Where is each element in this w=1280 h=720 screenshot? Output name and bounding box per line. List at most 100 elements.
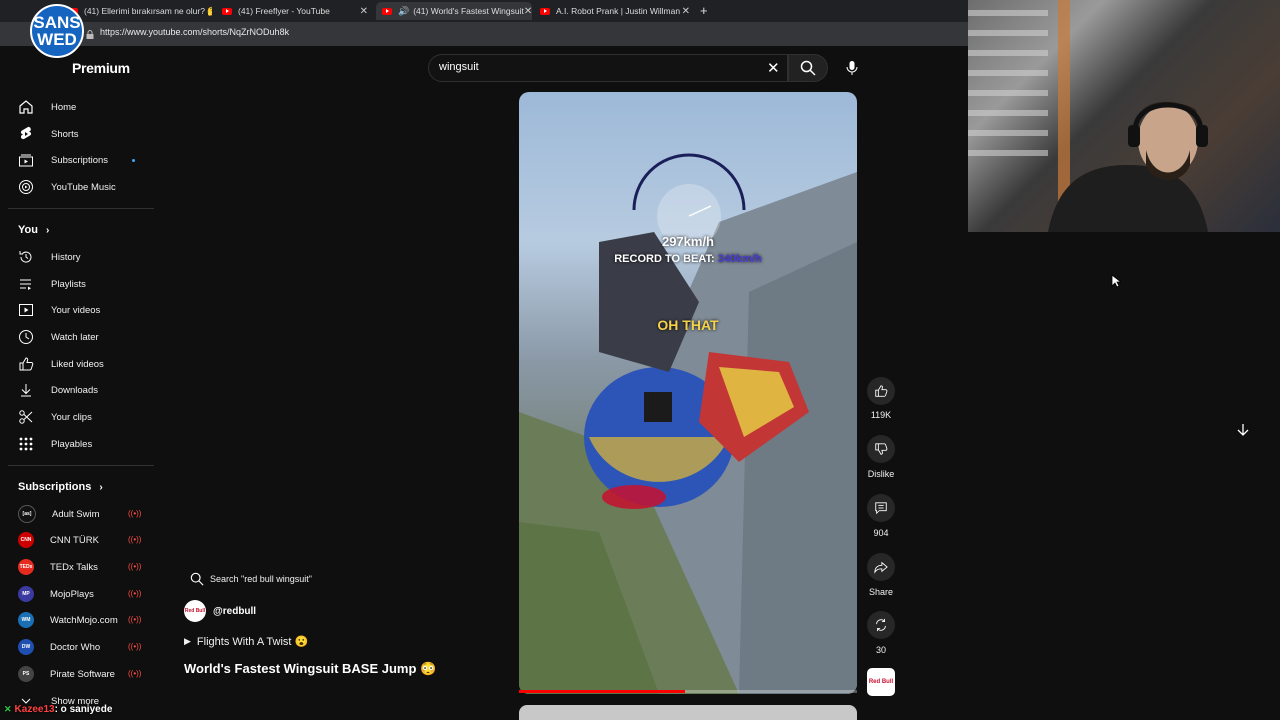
playlists-icon [20,279,31,290]
subscriptions-icon [19,154,33,167]
clear-search-icon[interactable]: ✕ [767,59,780,77]
logo-line1: SANS [33,13,81,32]
chat-badge-icon: ✕ [4,704,12,714]
search-input[interactable] [428,54,788,82]
playables-icon [19,437,33,451]
sidebar-item-shorts[interactable]: Shorts [18,124,78,144]
playlist-title: Flights With A Twist 😮 [196,636,309,648]
sidebar-section-you[interactable]: You › [18,224,49,236]
subscription-label: Pirate Software [50,668,115,680]
subscription-label: Adult Swim [52,508,100,520]
channel-row[interactable]: Red Bull @redbull [184,600,256,622]
search-button[interactable] [788,54,828,82]
avatar: PS [18,666,34,682]
sidebar-item-playlists[interactable]: Playlists [18,274,86,294]
sidebar-item-label: Your clips [51,411,92,423]
sidebar-section-subscriptions[interactable]: Subscriptions › [18,481,103,493]
channel-name[interactable]: @redbull [213,606,256,617]
sidebar-item-playables[interactable]: Playables [18,434,92,454]
avatar: MP [18,586,34,602]
sidebar-item-liked-videos[interactable]: Liked videos [18,354,104,374]
search-icon [190,572,204,586]
sidebar-item-subscriptions[interactable]: Subscriptions [18,150,108,170]
dislike-label: Dislike [867,469,895,479]
remix-icon [876,618,886,632]
share-icon [874,561,888,574]
live-icon: ((•)) [128,535,142,544]
sidebar-item-home[interactable]: Home [18,97,76,117]
tab-close-icon[interactable]: ✕ [524,6,532,17]
tab-title: A.I. Robot Prank | Justin Willman [556,6,681,16]
dislike-button[interactable] [867,435,895,463]
sidebar-item-your-clips[interactable]: Your clips [18,407,92,427]
browser-tab-4[interactable]: A.I. Robot Prank | Justin Willman ✕ [534,2,694,20]
new-content-dot [132,159,135,162]
playlist-link[interactable]: ▶ Flights With A Twist 😮 [184,635,308,648]
browser-tab-1[interactable]: (41) Ellerimi bırakırsam ne olur? 🤔 ✕ [62,2,212,20]
home-icon [19,100,33,114]
browser-tab-2[interactable]: (41) Freeflyer - YouTube ✕ [216,2,372,20]
next-short-preview[interactable] [519,705,857,720]
search-suggestion-chip[interactable]: Search "red bull wingsuit" [190,572,312,586]
sidebar-subscription-cnn-turk[interactable]: CNN CNN TÜRK [18,530,99,550]
live-icon: ((•)) [128,669,142,678]
music-icon [19,180,33,194]
search-icon [800,60,816,76]
avatar: [as] [18,505,36,523]
subscription-label: MojoPlays [50,588,94,600]
short-video-player[interactable]: 297km/h RECORD TO BEAT: 340km/h OH THAT [519,92,857,694]
caption-overlay: OH THAT [657,317,719,333]
comments-button[interactable] [867,494,895,522]
sidebar-item-history[interactable]: History [18,247,81,267]
youtube-premium-brand[interactable]: Premium [72,60,130,76]
sidebar-divider [8,465,154,466]
clock-icon [19,330,33,344]
record-overlay: RECORD TO BEAT: 340km/h [519,253,857,265]
avatar: WM [18,612,34,628]
tab-close-icon[interactable]: ✕ [682,6,690,17]
section-heading: Subscriptions [18,481,92,493]
url-text[interactable]: https://www.youtube.com/shorts/NqZrNODuh… [100,27,289,37]
sidebar-item-watch-later[interactable]: Watch later [18,327,99,347]
subscription-label: CNN TÜRK [50,534,99,546]
speaker-icon[interactable]: 🔊 [398,6,409,17]
share-label: Share [868,587,894,597]
comment-icon [875,502,887,515]
live-icon: ((•)) [128,615,142,624]
subscription-label: WatchMojo.com [50,614,118,626]
address-bar[interactable]: https://www.youtube.com/shorts/NqZrNODuh… [0,22,968,46]
voice-search-button[interactable] [839,54,865,82]
like-button[interactable] [867,377,895,405]
youtube-favicon-icon [222,7,232,15]
remix-button[interactable] [867,611,895,639]
download-icon [21,384,31,397]
sidebar-item-label: Playables [51,438,93,450]
new-tab-icon[interactable]: + [700,3,708,18]
search-input-value[interactable]: wingsuit [439,61,479,73]
sidebar-item-downloads[interactable]: Downloads [18,380,98,400]
chevron-right-icon: › [99,481,103,493]
remix-count: 30 [875,645,886,655]
channel-avatar-thumb[interactable]: Red Bull [867,668,895,696]
record-label: RECORD TO BEAT: [614,253,715,265]
sidebar-subscription-mojoplays[interactable]: MP MojoPlays [18,584,94,604]
live-icon: ((•)) [128,589,142,598]
sidebar-subscription-pirate-software[interactable]: PS Pirate Software [18,664,115,684]
sidebar-subscription-doctor-who[interactable]: DW Doctor Who [18,637,100,657]
short-title: World's Fastest Wingsuit BASE Jump 😳 [184,661,437,676]
sidebar-subscription-adult-swim[interactable]: [as] Adult Swim [18,504,100,524]
sidebar-subscription-watchmojo[interactable]: WM WatchMojo.com [18,610,118,630]
live-icon: ((•)) [128,642,142,651]
sidebar-item-label: Your videos [51,304,101,316]
sidebar-subscription-tedx-talks[interactable]: TEDx TEDx Talks [18,557,98,577]
youtube-favicon-icon [540,7,550,15]
tab-title: (41) Freeflyer - YouTube [238,6,330,16]
sidebar-item-your-videos[interactable]: Your videos [18,300,100,320]
tab-title: (41) Ellerimi bırakırsam ne olur? 🤔 [84,5,212,16]
share-button[interactable] [867,553,895,581]
sidebar-item-youtube-music[interactable]: YouTube Music [18,177,116,197]
next-video-arrow-icon[interactable] [1236,423,1250,437]
search-suggestion-text: Search "red bull wingsuit" [210,574,312,584]
tab-close-icon[interactable]: ✕ [360,6,368,17]
browser-tab-3-active[interactable]: 🔊 (41) World's Fastest Wingsuit ✕ [376,2,532,20]
